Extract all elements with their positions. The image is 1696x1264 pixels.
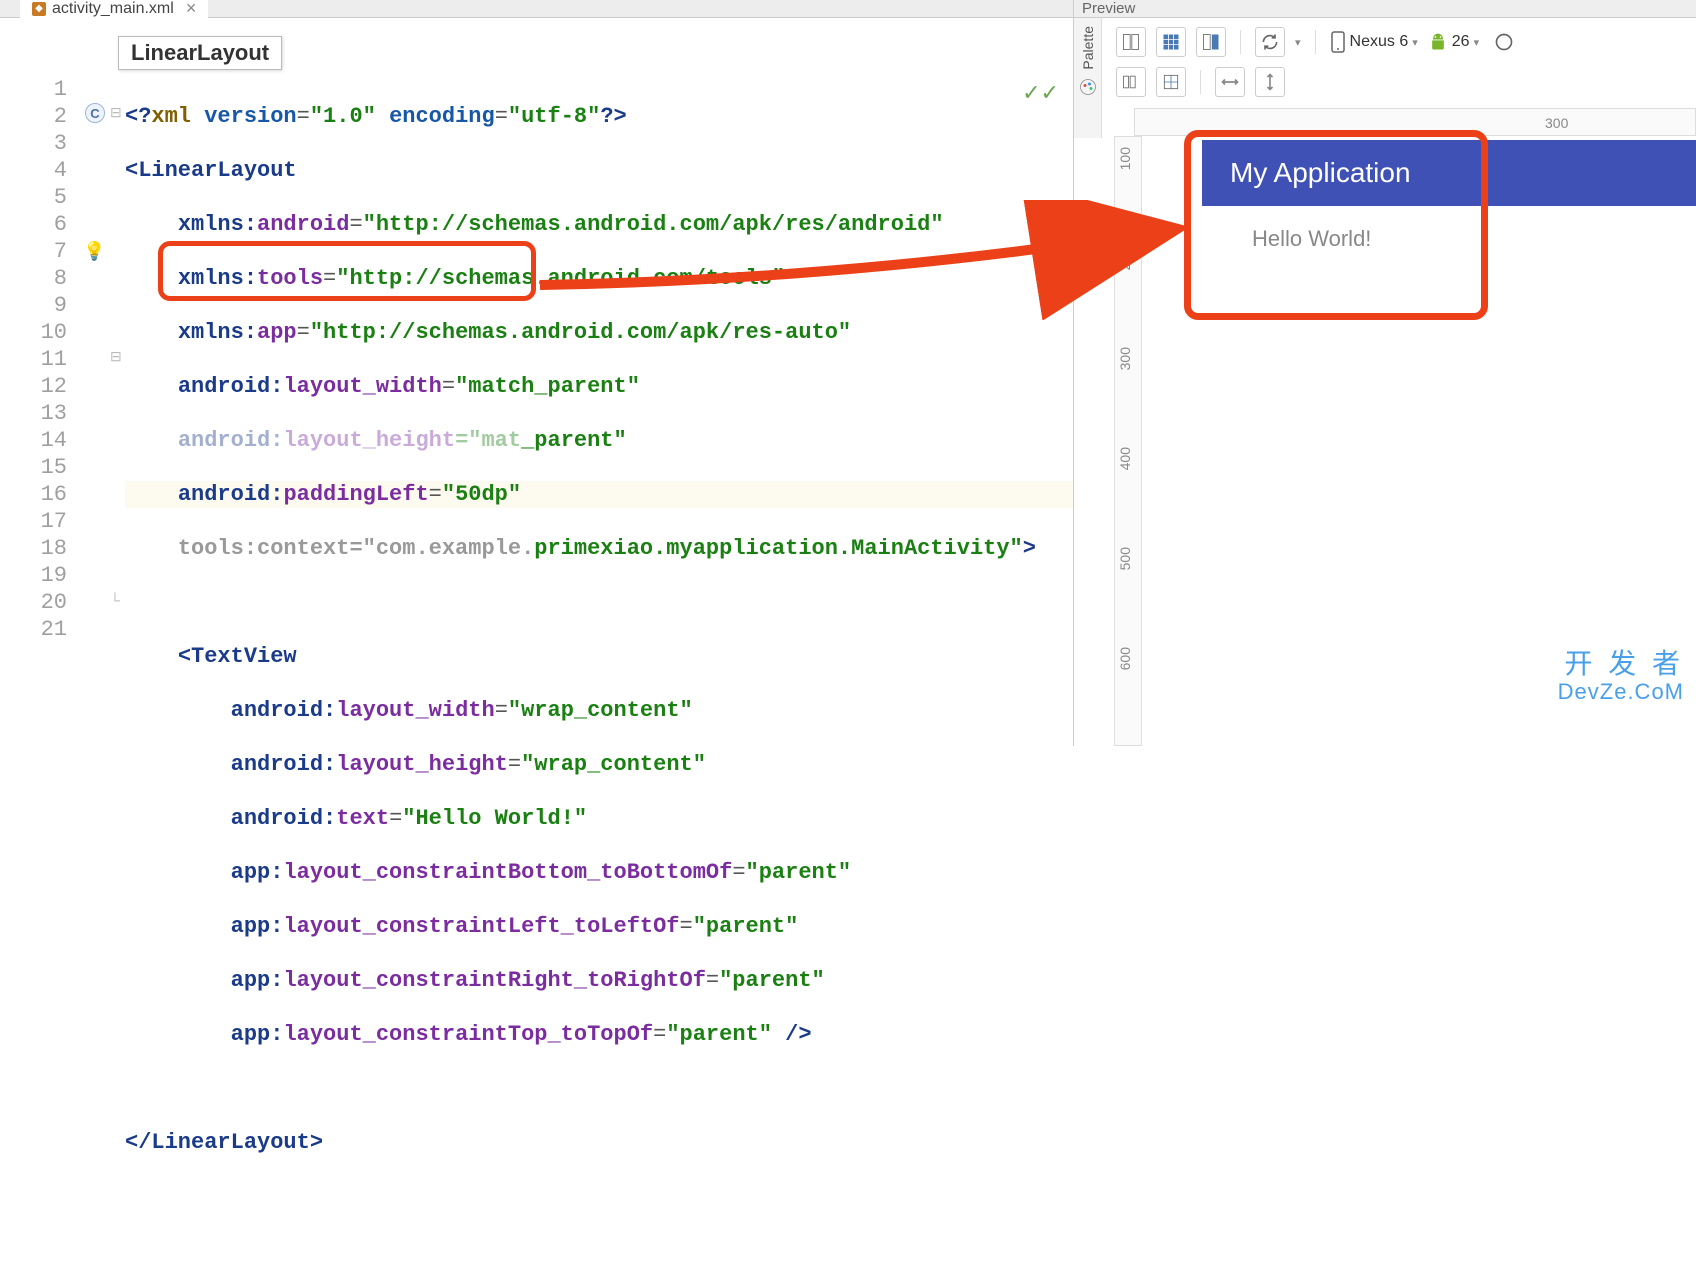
api-selector[interactable]: 26▾ [1428, 32, 1479, 52]
fold-end-icon: └ [110, 592, 120, 608]
preview-pane: Preview Palette ▾ Nexus 6▾ 26▾ [1073, 0, 1696, 746]
breadcrumb[interactable]: LinearLayout [118, 36, 282, 70]
preview-toolbar-row2 [1112, 62, 1285, 102]
theme-icon[interactable] [1489, 27, 1519, 57]
app-bar: My Application [1202, 140, 1696, 206]
fold-toggle-icon[interactable]: ⊟ [110, 104, 122, 121]
phone-icon [1330, 31, 1346, 53]
device-canvas[interactable]: My Application Hello World! [1202, 140, 1696, 640]
preview-header: Preview [1074, 0, 1696, 18]
dropdown-icon[interactable]: ▾ [1295, 36, 1301, 49]
gutter-icon-column: C 💡 [85, 76, 110, 764]
fold-toggle-icon[interactable]: ⊟ [110, 348, 122, 365]
textview-hello: Hello World! [1252, 226, 1371, 251]
fold-column: ⊟ ⊟ └ [110, 76, 125, 764]
zoom-fit-icon[interactable] [1156, 67, 1186, 97]
ruler-vertical: 100200300400500600 [1114, 136, 1142, 746]
palette-icon [1079, 78, 1097, 96]
line-number-gutter: 123 456 789 101112 131415 161718 192021 [0, 76, 85, 764]
close-icon[interactable]: × [186, 0, 197, 19]
file-tab[interactable]: ◆ activity_main.xml × [20, 0, 208, 18]
xml-file-icon: ◆ [32, 2, 46, 16]
preview-toolbar-row1: ▾ Nexus 6▾ 26▾ [1112, 22, 1519, 62]
orientation-icon[interactable] [1255, 27, 1285, 57]
tab-filename: activity_main.xml [52, 0, 174, 18]
app-body: Hello World! [1202, 206, 1696, 252]
both-surfaces-icon[interactable] [1196, 27, 1226, 57]
palette-strip[interactable]: Palette [1074, 18, 1102, 138]
palette-label: Palette [1080, 26, 1096, 70]
class-gutter-icon[interactable]: C [85, 103, 105, 123]
design-surface-icon[interactable] [1116, 27, 1146, 57]
blueprint-icon[interactable] [1156, 27, 1186, 57]
device-selector[interactable]: Nexus 6▾ [1330, 31, 1418, 53]
code-editor-pane: ◆ activity_main.xml × LinearLayout ✓✓ 12… [0, 0, 1073, 746]
pan-horizontal-icon[interactable] [1215, 67, 1245, 97]
ruler-horizontal: 300 [1134, 108, 1696, 136]
intention-bulb-icon[interactable]: 💡 [83, 241, 105, 262]
editor-tab-bar: ◆ activity_main.xml × [0, 0, 1073, 18]
code-text-area[interactable]: <?xml version="1.0" encoding="utf-8"?> <… [125, 76, 1073, 764]
viewport-mode-icon[interactable] [1116, 67, 1146, 97]
watermark: 开 发 者 DevZe.CoM [1558, 649, 1684, 704]
pan-vertical-icon[interactable] [1255, 67, 1285, 97]
android-icon [1428, 32, 1448, 52]
